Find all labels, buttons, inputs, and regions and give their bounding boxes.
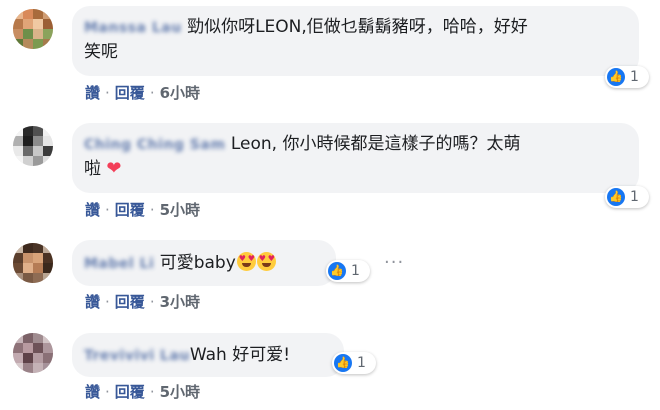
timestamp[interactable]: 6小時	[160, 84, 200, 102]
comment-text: 可愛baby	[159, 253, 236, 273]
heart-eyes-emoji-icon: ♥ ♥	[256, 252, 276, 271]
like-icon: 👍	[607, 68, 625, 86]
reaction-summary[interactable]: 👍 1	[332, 352, 376, 374]
commenter-name[interactable]: Manssa Lau	[84, 16, 182, 40]
like-icon: 👍	[607, 188, 625, 206]
like-link[interactable]: 讚	[85, 293, 100, 311]
reaction-summary[interactable]: 👍 1	[605, 186, 649, 208]
comment-bubble: Ching Ching Sam Leon, 你小時候都是這樣子的嗎？太萌 啦 ❤	[72, 123, 639, 193]
avatar[interactable]	[13, 9, 53, 49]
commenter-name[interactable]: Mabel Li	[84, 252, 154, 276]
like-link[interactable]: 讚	[85, 383, 100, 401]
reaction-count: 1	[357, 355, 366, 371]
reaction-count: 1	[351, 263, 360, 279]
reply-link[interactable]: 回覆	[115, 293, 145, 311]
timestamp[interactable]: 5小時	[160, 201, 200, 219]
comment-actions: 讚 · 回覆 · 5小時	[85, 201, 201, 219]
reaction-count: 1	[630, 69, 639, 85]
comment-text-line2: 笑呢	[84, 42, 118, 62]
timestamp[interactable]: 5小時	[160, 383, 200, 401]
comment-actions: 讚 · 回覆 · 5小時	[85, 383, 201, 401]
comment-bubble: Manssa Lau 勁似你呀LEON,佢做乜鬍鬍豬呀，哈哈，好好 笑呢	[72, 6, 639, 76]
reply-link[interactable]: 回覆	[115, 383, 145, 401]
comment-actions: 讚 · 回覆 · 3小時	[85, 293, 201, 311]
like-link[interactable]: 讚	[85, 201, 100, 219]
commenter-name[interactable]: Trevivivi Lau	[84, 344, 190, 368]
reaction-count: 1	[630, 189, 639, 205]
comment-text-line2: 啦	[84, 159, 101, 179]
reaction-summary[interactable]: 👍 1	[605, 66, 649, 88]
reaction-summary[interactable]: 👍 1	[326, 260, 370, 282]
comment-bubble: Trevivivi LauWah 好可爱!	[72, 333, 344, 377]
avatar[interactable]	[13, 333, 53, 373]
avatar[interactable]	[13, 243, 53, 283]
reply-link[interactable]: 回覆	[115, 84, 145, 102]
comment-text: Leon, 你小時候都是這樣子的嗎？太萌	[230, 134, 521, 154]
avatar[interactable]	[13, 126, 53, 166]
like-icon: 👍	[328, 262, 346, 280]
comment-text: Wah 好可爱!	[189, 345, 291, 365]
heart-icon: ❤	[106, 158, 122, 179]
like-link[interactable]: 讚	[85, 84, 100, 102]
reply-link[interactable]: 回覆	[115, 201, 145, 219]
like-icon: 👍	[334, 354, 352, 372]
comment-actions: 讚 · 回覆 · 6小時	[85, 84, 201, 102]
comment-text: 勁似你呀LEON,佢做乜鬍鬍豬呀，哈哈，好好	[187, 17, 528, 37]
more-options-icon[interactable]: ···	[384, 252, 404, 273]
commenter-name[interactable]: Ching Ching Sam	[84, 133, 225, 157]
timestamp[interactable]: 3小時	[160, 293, 200, 311]
heart-eyes-emoji-icon: ♥ ♥	[236, 252, 256, 271]
comment-bubble: Mabel Li 可愛baby ♥ ♥ ♥ ♥	[72, 240, 336, 286]
